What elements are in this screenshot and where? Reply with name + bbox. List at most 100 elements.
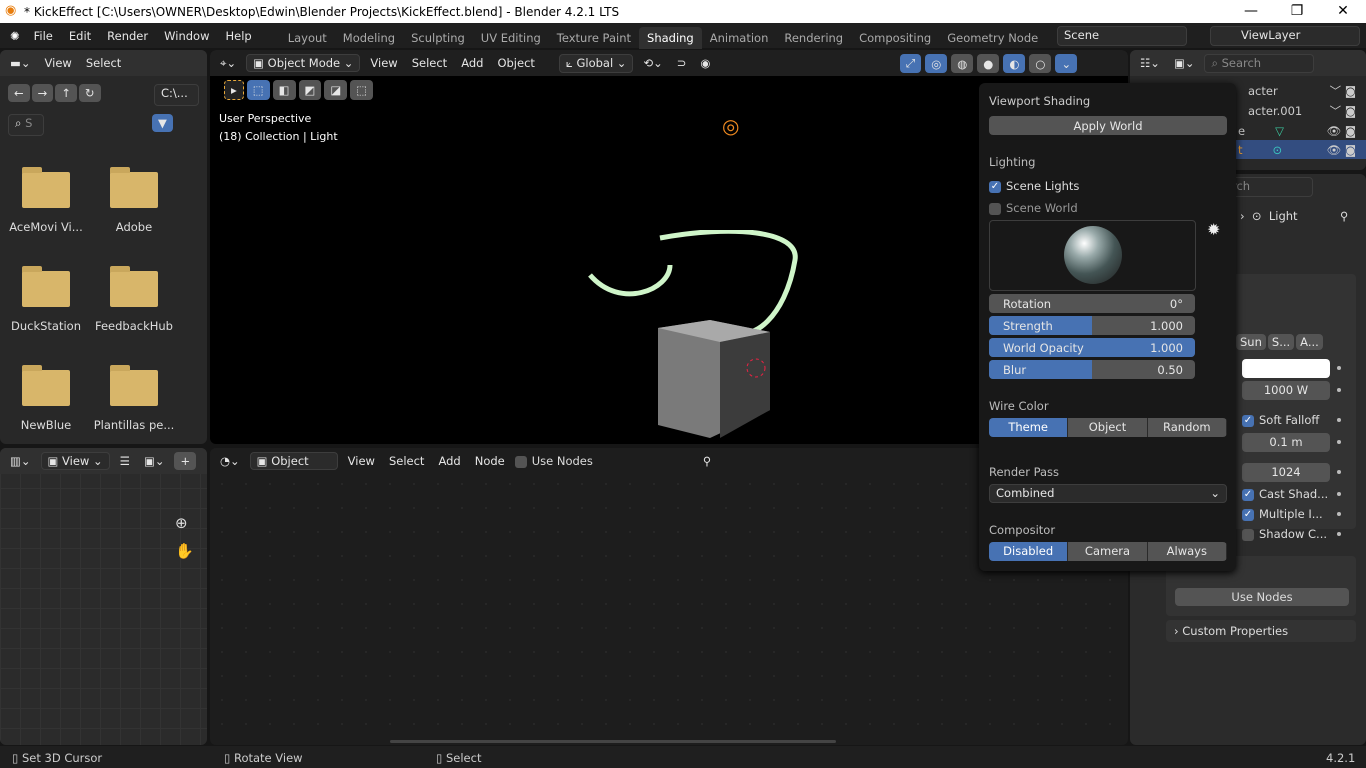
scene-selector[interactable]: Scene bbox=[1057, 26, 1187, 46]
orientation-selector[interactable]: ⟀ Global ⌄ bbox=[558, 53, 634, 73]
select-intersect-icon[interactable]: ⬚ bbox=[350, 80, 374, 100]
multiple-importance-checkbox[interactable]: ✓ Multiple I... bbox=[1242, 507, 1323, 521]
strength-slider[interactable]: Strength 1.000 bbox=[989, 316, 1195, 335]
minimize-button[interactable]: — bbox=[1228, 0, 1274, 22]
overlay-icon[interactable]: ◎ bbox=[925, 54, 948, 73]
select-new-icon[interactable]: ⬚ bbox=[246, 80, 270, 100]
solid-shading-icon[interactable]: ● bbox=[977, 54, 1000, 73]
filter-icon[interactable]: ▣⌄ bbox=[1170, 56, 1199, 70]
node-menu[interactable]: Node bbox=[471, 454, 509, 468]
folder-item[interactable]: FeedbackHub bbox=[90, 266, 178, 333]
path-field[interactable]: C:\... bbox=[154, 84, 199, 106]
hamburger-icon[interactable]: ☰ bbox=[116, 454, 134, 468]
file-search-input[interactable]: ⌕ S bbox=[8, 114, 44, 136]
light-type-sun[interactable]: Sun bbox=[1236, 334, 1266, 350]
rotation-slider[interactable]: Rotation 0° bbox=[989, 294, 1195, 313]
blender-menu-icon[interactable]: ✺ bbox=[0, 29, 26, 43]
blur-slider[interactable]: Blur 0.50 bbox=[989, 360, 1195, 379]
shading-popover-toggle[interactable]: ⌄ bbox=[1055, 54, 1078, 73]
visibility-icon[interactable]: 👁 ◙ bbox=[1327, 124, 1356, 138]
keyframe-dot[interactable] bbox=[1337, 440, 1341, 444]
tab-modeling[interactable]: Modeling bbox=[335, 27, 403, 49]
keyframe-dot[interactable] bbox=[1337, 512, 1341, 516]
filter-icon[interactable]: ▼ bbox=[152, 114, 173, 132]
add-menu[interactable]: Add bbox=[434, 454, 464, 468]
tab-uv-editing[interactable]: UV Editing bbox=[473, 27, 549, 49]
wire-random-option[interactable]: Random bbox=[1147, 418, 1227, 437]
add-menu[interactable]: Add bbox=[457, 56, 487, 70]
editor-type-icon[interactable]: ▬⌄ bbox=[6, 56, 35, 70]
pivot-icon[interactable]: ⟲⌄ bbox=[639, 56, 666, 70]
select-menu[interactable]: Select bbox=[408, 56, 451, 70]
use-nodes-checkbox[interactable]: Use Nodes bbox=[514, 454, 593, 468]
keyframe-dot[interactable] bbox=[1337, 388, 1341, 392]
gizmo-icon[interactable]: ⤢ bbox=[900, 54, 922, 73]
shader-type-dropdown[interactable]: ▣ Object bbox=[249, 452, 338, 470]
menu-render[interactable]: Render bbox=[99, 29, 156, 43]
folder-item[interactable]: AceMovi Vi... bbox=[2, 167, 90, 234]
apply-world-button[interactable]: Apply World bbox=[989, 116, 1227, 135]
properties-search-input[interactable]: rch bbox=[1225, 177, 1313, 197]
view-dropdown[interactable]: ▣ View ⌄ bbox=[40, 452, 110, 470]
refresh-icon[interactable]: ↻ bbox=[78, 84, 101, 102]
gear-icon[interactable]: ✹ bbox=[1207, 220, 1220, 239]
pin-icon[interactable]: ⚲ bbox=[699, 454, 715, 468]
keyframe-dot[interactable] bbox=[1337, 366, 1341, 370]
compositor-always-option[interactable]: Always bbox=[1147, 542, 1227, 561]
maximize-button[interactable]: ❐ bbox=[1274, 0, 1320, 22]
scene-lights-checkbox[interactable]: ✓ Scene Lights bbox=[989, 179, 1079, 193]
image-browse-icon[interactable]: ▣⌄ bbox=[140, 454, 169, 468]
wire-object-option[interactable]: Object bbox=[1068, 418, 1148, 437]
hdri-preview[interactable] bbox=[989, 220, 1196, 291]
material-shading-icon[interactable]: ◐ bbox=[1003, 54, 1026, 73]
view-menu[interactable]: View bbox=[366, 56, 401, 70]
wire-theme-option[interactable]: Theme bbox=[989, 418, 1069, 437]
select-invert-icon[interactable]: ◪ bbox=[324, 80, 348, 100]
mode-selector[interactable]: ▣ Object Mode ⌄ bbox=[246, 54, 361, 72]
light-color-swatch[interactable] bbox=[1242, 359, 1330, 378]
forward-icon[interactable]: → bbox=[31, 84, 54, 102]
display-mode-icon[interactable]: ☷⌄ bbox=[1136, 56, 1164, 70]
light-type-area[interactable]: A... bbox=[1296, 334, 1323, 350]
image-editor[interactable]: ▥⌄ ▣ View ⌄ ☰ ▣⌄ + ⊕ ✋ bbox=[0, 448, 207, 745]
tab-animation[interactable]: Animation bbox=[702, 27, 777, 49]
tab-layout[interactable]: Layout bbox=[280, 27, 335, 49]
new-image-button[interactable]: + bbox=[174, 452, 197, 470]
visibility-icon[interactable]: 👁 ◙ bbox=[1327, 143, 1356, 157]
light-object-icon[interactable]: ◎ bbox=[722, 114, 739, 138]
compositor-disabled-option[interactable]: Disabled bbox=[989, 542, 1069, 561]
tab-rendering[interactable]: Rendering bbox=[776, 27, 851, 49]
zoom-icon[interactable]: ⊕ bbox=[175, 514, 188, 532]
select-menu[interactable]: Select bbox=[82, 56, 125, 70]
power-field[interactable]: 1000 W bbox=[1242, 381, 1330, 400]
radius-field[interactable]: 0.1 m bbox=[1242, 433, 1330, 452]
resolution-field[interactable]: 1024 bbox=[1242, 463, 1330, 482]
tab-shading[interactable]: Shading bbox=[639, 26, 702, 49]
view-menu[interactable]: View bbox=[41, 56, 76, 70]
keyframe-dot[interactable] bbox=[1337, 470, 1341, 474]
outliner-search-input[interactable]: ⌕ Search bbox=[1204, 53, 1315, 73]
view-menu[interactable]: View bbox=[344, 454, 379, 468]
hand-icon[interactable]: ✋ bbox=[175, 542, 194, 560]
menu-edit[interactable]: Edit bbox=[61, 29, 99, 43]
editor-type-icon[interactable]: ◔⌄ bbox=[216, 454, 244, 468]
tab-sculpting[interactable]: Sculpting bbox=[403, 27, 473, 49]
folder-item[interactable]: Plantillas pe... bbox=[90, 365, 178, 432]
pin-icon[interactable]: ⚲ bbox=[1340, 209, 1348, 223]
back-icon[interactable]: ← bbox=[8, 84, 30, 102]
use-nodes-button[interactable]: Use Nodes bbox=[1175, 588, 1349, 606]
menu-help[interactable]: Help bbox=[217, 29, 259, 43]
tab-geometry-nodes[interactable]: Geometry Node bbox=[939, 27, 1046, 49]
custom-properties-panel[interactable]: › Custom Properties bbox=[1166, 620, 1356, 642]
object-menu[interactable]: Object bbox=[493, 56, 538, 70]
select-tool-icon[interactable]: ▸ bbox=[224, 80, 244, 100]
folder-item[interactable]: Adobe bbox=[90, 167, 178, 234]
light-type-spot[interactable]: S... bbox=[1267, 334, 1295, 350]
wireframe-shading-icon[interactable]: ◍ bbox=[951, 54, 974, 73]
row-toggle-icons[interactable]: ﹀ ◙ bbox=[1330, 83, 1356, 99]
folder-item[interactable]: DuckStation bbox=[2, 266, 90, 333]
parent-dir-icon[interactable]: ↑ bbox=[55, 84, 77, 102]
close-button[interactable]: ✕ bbox=[1320, 0, 1366, 22]
world-opacity-slider[interactable]: World Opacity 1.000 bbox=[989, 338, 1195, 357]
menu-window[interactable]: Window bbox=[156, 29, 217, 43]
